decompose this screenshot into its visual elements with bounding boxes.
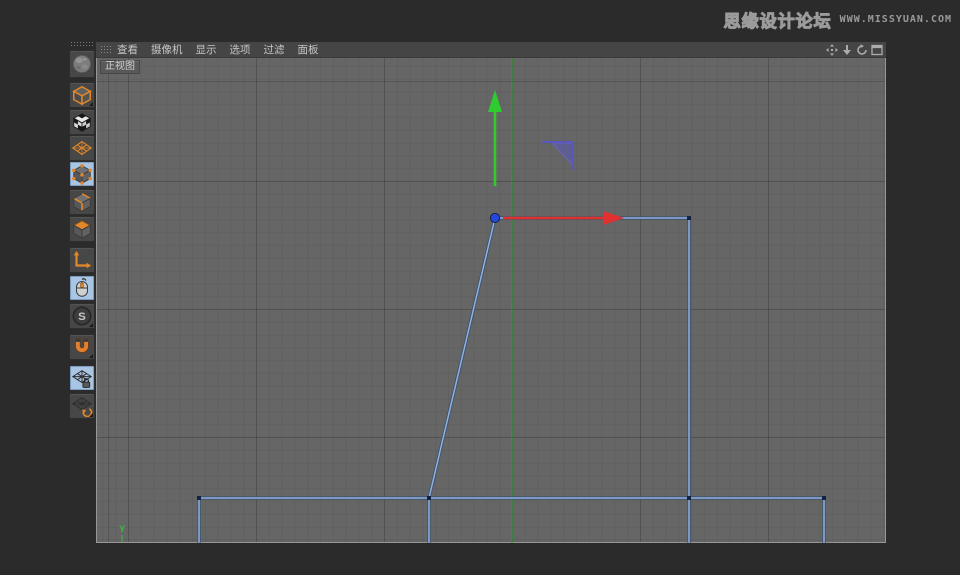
x-axis-handle[interactable]: [503, 211, 624, 225]
axis-indicator-y-label: Y: [119, 524, 126, 535]
selected-point[interactable]: [489, 212, 501, 224]
toggle-view-button[interactable]: [871, 44, 883, 56]
grid-rotate-icon: [71, 397, 93, 417]
make-editable-button[interactable]: [69, 50, 95, 78]
cube-outline-icon: [72, 85, 92, 106]
z-plane-handle[interactable]: [542, 141, 574, 170]
menu-view[interactable]: 查看: [117, 42, 138, 58]
viewport-label[interactable]: 正视图: [100, 60, 140, 74]
grid-lock-icon: [71, 370, 93, 388]
toolbar-grip[interactable]: [70, 41, 94, 48]
menu-camera[interactable]: 摄像机: [151, 42, 183, 58]
cube-edges-icon: [73, 193, 91, 212]
s-circle-icon: S: [72, 306, 92, 326]
checkered-cube-icon: [72, 113, 92, 132]
tweak-mode-button[interactable]: [69, 275, 95, 301]
menubar-grip[interactable]: [100, 45, 111, 54]
pan-icon: [826, 44, 838, 56]
svg-text:S: S: [78, 311, 86, 323]
magnet-icon: [75, 338, 89, 353]
y-axis-handle[interactable]: [488, 90, 502, 186]
workplane-mode-button[interactable]: [69, 135, 95, 161]
toggle-view-icon: [871, 44, 883, 56]
watermark: 思缘设计论坛 WWW.MISSYUAN.COM: [723, 7, 952, 32]
workplane-align-button[interactable]: [69, 393, 95, 419]
menu-options[interactable]: 选项: [230, 42, 251, 58]
cube-points-icon: [72, 164, 92, 185]
cube-face-icon: [72, 220, 92, 239]
viewport-front-view[interactable]: 正视图 Y: [96, 58, 886, 543]
texture-mode-button[interactable]: [69, 109, 95, 135]
grid-plane-icon: [71, 140, 93, 156]
rotate-icon: [857, 44, 867, 55]
rotate-view-button[interactable]: [856, 44, 868, 56]
menu-filter[interactable]: 过滤: [264, 42, 285, 58]
viewport-menubar: 查看 摄像机 显示 选项 过滤 面板: [96, 42, 886, 58]
model-mode-button[interactable]: [69, 82, 95, 108]
zoom-icon: [843, 45, 851, 55]
scene-canvas: Y: [119, 58, 826, 543]
watermark-site-url: WWW.MISSYUAN.COM: [839, 14, 952, 25]
menu-display[interactable]: 显示: [196, 42, 217, 58]
axis-mode-button[interactable]: [69, 247, 95, 273]
workplane-lock-button[interactable]: [69, 365, 95, 391]
snap-settings-button[interactable]: [69, 334, 95, 360]
edges-mode-button[interactable]: [69, 189, 95, 215]
pan-view-button[interactable]: [826, 44, 838, 56]
axis-l-icon: [73, 250, 92, 269]
sphere-icon: [72, 54, 92, 74]
watermark-site-name: 思缘设计论坛: [723, 12, 832, 32]
snap-toggle-button[interactable]: S: [69, 303, 95, 329]
view-controls: [826, 43, 883, 57]
polygons-mode-button[interactable]: [69, 216, 95, 242]
zoom-view-button[interactable]: [841, 44, 853, 56]
menu-panel[interactable]: 面板: [298, 42, 319, 58]
mouse-icon: [76, 278, 88, 297]
points-mode-button[interactable]: [69, 161, 95, 187]
